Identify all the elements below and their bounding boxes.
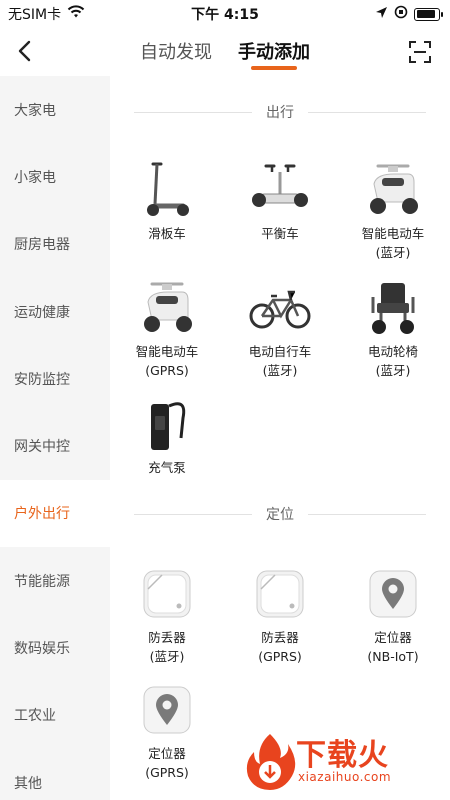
device-protocol: (GPRS) bbox=[258, 649, 302, 664]
locator-icon bbox=[361, 562, 425, 626]
sidebar-item-sports-health[interactable]: 运动健康 bbox=[0, 278, 110, 345]
scan-button[interactable] bbox=[408, 40, 432, 64]
device-name: 智能电动车 bbox=[361, 226, 425, 241]
device-protocol: (GPRS) bbox=[145, 765, 189, 780]
device-e-moped-gprs[interactable]: 智能电动车 (GPRS) bbox=[112, 276, 222, 380]
section-header-travel: 出行 bbox=[134, 102, 426, 122]
tracker-tag-icon bbox=[248, 562, 312, 626]
device-locator-nb-iot[interactable]: 定位器 (NB-IoT) bbox=[338, 562, 448, 666]
category-sidebar: 大家电 小家电 厨房电器 运动健康 安防监控 网关中控 户外出行 节能能源 数码… bbox=[0, 76, 110, 800]
section-title: 出行 bbox=[266, 105, 294, 121]
device-protocol: (GPRS) bbox=[145, 363, 189, 378]
device-list: 出行 滑板车 平衡车 智能电动车 (蓝牙) 智能电动车 (GPRS) 电动自行车… bbox=[110, 76, 450, 800]
device-name: 电动自行车 bbox=[248, 344, 312, 359]
device-protocol: (蓝牙) bbox=[262, 363, 298, 378]
device-protocol: (蓝牙) bbox=[149, 649, 185, 664]
device-scooter[interactable]: 滑板车 bbox=[112, 158, 222, 244]
sidebar-item-digital[interactable]: 数码娱乐 bbox=[0, 614, 110, 681]
device-name: 智能电动车 bbox=[135, 344, 199, 359]
sidebar-item-security[interactable]: 安防监控 bbox=[0, 345, 110, 412]
nav-bar: 自动发现 手动添加 bbox=[0, 26, 450, 76]
device-e-bike-bluetooth[interactable]: 电动自行车 (蓝牙) bbox=[225, 276, 335, 380]
device-protocol: (蓝牙) bbox=[375, 363, 411, 378]
device-name: 防丢器 bbox=[261, 630, 299, 645]
sidebar-item-gateway[interactable]: 网关中控 bbox=[0, 412, 110, 479]
sidebar-item-kitchen[interactable]: 厨房电器 bbox=[0, 211, 110, 278]
device-name: 平衡车 bbox=[261, 226, 299, 241]
location-arrow-icon bbox=[375, 6, 388, 23]
orientation-lock-icon bbox=[394, 5, 408, 23]
scooter-icon bbox=[135, 158, 199, 222]
sidebar-item-industry-agriculture[interactable]: 工农业 bbox=[0, 682, 110, 749]
flame-logo-icon bbox=[246, 734, 296, 790]
balance-scooter-icon bbox=[248, 158, 312, 222]
sidebar-item-energy[interactable]: 节能能源 bbox=[0, 547, 110, 614]
sidebar-item-small-appliances[interactable]: 小家电 bbox=[0, 143, 110, 210]
battery-icon bbox=[414, 7, 443, 21]
sidebar-item-outdoor-travel[interactable]: 户外出行 bbox=[0, 479, 110, 548]
section-title: 定位 bbox=[266, 507, 294, 523]
status-right bbox=[375, 5, 443, 23]
device-name: 电动轮椅 bbox=[367, 344, 418, 359]
e-bike-icon bbox=[248, 276, 312, 340]
device-balance-scooter[interactable]: 平衡车 bbox=[225, 158, 335, 244]
battery-level bbox=[416, 10, 436, 18]
status-bar: 无SIM卡 下午 4:15 bbox=[0, 0, 450, 26]
device-name: 定位器 bbox=[374, 630, 412, 645]
device-protocol: (NB-IoT) bbox=[367, 649, 419, 664]
watermark-en: xiazaihuo.com bbox=[298, 770, 392, 784]
locator-icon bbox=[135, 678, 199, 742]
scan-icon bbox=[409, 41, 431, 63]
watermark-logo: 下载火 xiazaihuo.com bbox=[244, 730, 444, 794]
device-tracker-tag-bluetooth[interactable]: 防丢器 (蓝牙) bbox=[112, 562, 222, 666]
tab-bar: 自动发现 手动添加 bbox=[0, 36, 450, 70]
watermark-cn: 下载火 bbox=[296, 738, 389, 773]
device-name: 滑板车 bbox=[148, 226, 186, 241]
e-moped-icon bbox=[135, 276, 199, 340]
device-tracker-tag-gprs[interactable]: 防丢器 (GPRS) bbox=[225, 562, 335, 666]
tab-manual-add[interactable]: 手动添加 bbox=[238, 36, 310, 70]
section-header-positioning: 定位 bbox=[134, 504, 426, 524]
device-name: 充气泵 bbox=[148, 460, 186, 475]
device-locator-gprs[interactable]: 定位器 (GPRS) bbox=[112, 678, 222, 782]
device-e-moped-bluetooth[interactable]: 智能电动车 (蓝牙) bbox=[338, 158, 448, 262]
device-name: 定位器 bbox=[148, 746, 186, 761]
tab-auto-discover[interactable]: 自动发现 bbox=[140, 36, 212, 70]
device-air-pump[interactable]: 充气泵 bbox=[112, 392, 222, 478]
tracker-tag-icon bbox=[135, 562, 199, 626]
wheelchair-icon bbox=[361, 276, 425, 340]
device-wheelchair-bluetooth[interactable]: 电动轮椅 (蓝牙) bbox=[338, 276, 448, 380]
sidebar-item-other[interactable]: 其他 bbox=[0, 749, 110, 800]
air-pump-icon bbox=[135, 392, 199, 456]
device-name: 防丢器 bbox=[148, 630, 186, 645]
e-moped-icon bbox=[361, 158, 425, 222]
sidebar-item-major-appliances[interactable]: 大家电 bbox=[0, 76, 110, 143]
device-protocol: (蓝牙) bbox=[375, 245, 411, 260]
